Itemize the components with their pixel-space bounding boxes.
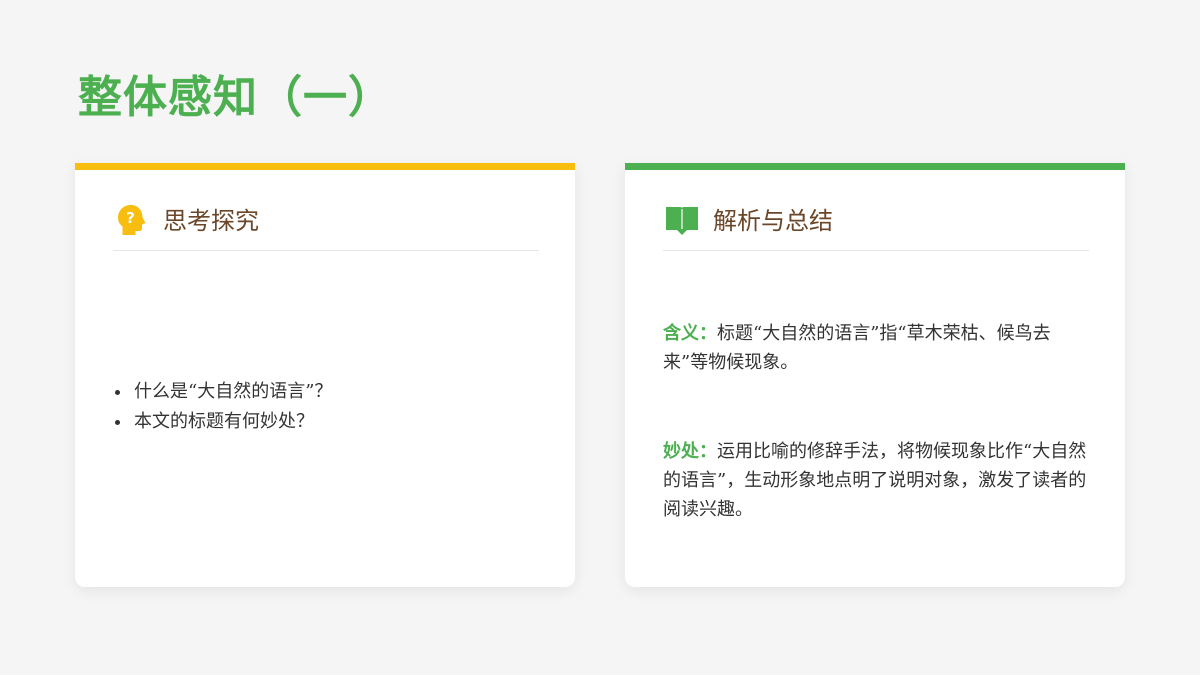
list-item: 什么是“大自然的语言”？ — [115, 377, 332, 407]
svg-text:?: ? — [126, 209, 135, 227]
list-item: 本文的标题有何妙处？ — [115, 407, 332, 437]
meaning-label: 含义： — [663, 323, 717, 344]
question-list: 什么是“大自然的语言”？ 本文的标题有何妙处？ — [115, 377, 332, 437]
meaning-text: 标题“大自然的语言”指“草木荣枯、候鸟去来”等物候现象。 — [663, 323, 1051, 373]
card-header: 解析与总结 — [663, 202, 1089, 251]
card-title: 思考探究 — [163, 207, 259, 235]
thinking-card: ? 思考探究 什么是“大自然的语言”？ 本文的标题有何妙处？ — [75, 163, 575, 587]
merit-paragraph: 妙处：运用比喻的修辞手法，将物候现象比作“大自然的语言”，生动形象地点明了说明对… — [663, 437, 1089, 524]
head-question-icon: ? — [118, 205, 146, 235]
meaning-paragraph: 含义：标题“大自然的语言”指“草木荣枯、候鸟去来”等物候现象。 — [663, 319, 1089, 377]
analysis-card: 解析与总结 含义：标题“大自然的语言”指“草木荣枯、候鸟去来”等物候现象。 妙处… — [625, 163, 1125, 587]
page-title: 整体感知（一） — [78, 72, 393, 123]
open-book-icon — [666, 207, 698, 235]
merit-text: 运用比喻的修辞手法，将物候现象比作“大自然的语言”，生动形象地点明了说明对象，激… — [663, 441, 1087, 520]
merit-label: 妙处： — [663, 441, 717, 462]
card-header: ? 思考探究 — [113, 202, 539, 251]
card-title: 解析与总结 — [713, 207, 833, 235]
